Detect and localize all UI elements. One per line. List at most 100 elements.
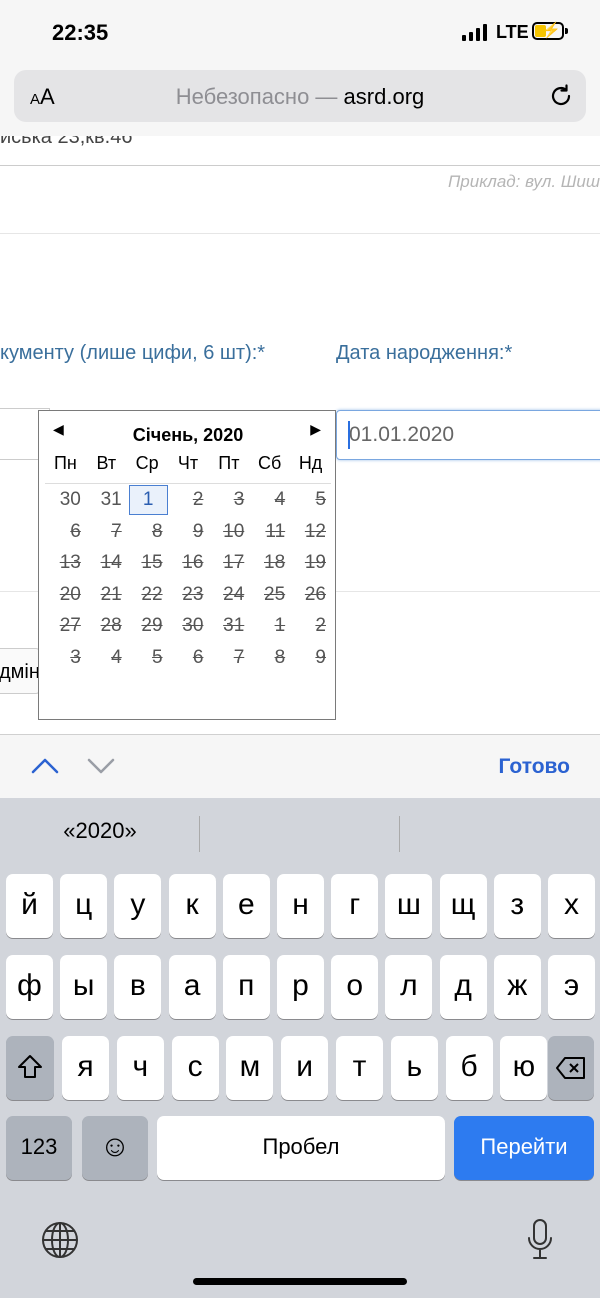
key-д[interactable]: д	[439, 955, 487, 1019]
partial-button[interactable]: дмін	[0, 648, 40, 694]
key-л[interactable]: л	[385, 955, 433, 1019]
weekday-header: Пн Вт Ср Чт Пт Сб Нд	[45, 453, 331, 474]
calendar-day[interactable]: 21	[86, 579, 127, 611]
calendar-day[interactable]: 23	[168, 579, 209, 611]
calendar-month-title: Січень, 2020	[132, 425, 244, 445]
calendar-day[interactable]: 20	[45, 579, 86, 611]
calendar-day[interactable]: 28	[86, 610, 127, 642]
calendar-day[interactable]: 5	[127, 642, 168, 674]
reload-icon[interactable]	[548, 83, 574, 109]
key-ч[interactable]: ч	[116, 1036, 164, 1100]
calendar-day[interactable]: 17	[208, 547, 249, 579]
calendar-day[interactable]: 10	[208, 516, 249, 548]
keyboard-accessory-bar: Готово	[0, 734, 600, 798]
calendar-day[interactable]: 4	[86, 642, 127, 674]
key-х[interactable]: х	[548, 874, 595, 938]
go-key[interactable]: Перейти	[454, 1116, 594, 1180]
calendar-day[interactable]: 29	[127, 610, 168, 642]
calendar-day[interactable]: 6	[168, 642, 209, 674]
key-б[interactable]: б	[445, 1036, 493, 1100]
key-у[interactable]: у	[114, 874, 162, 938]
key-з[interactable]: з	[493, 874, 541, 938]
key-й[interactable]: й	[6, 874, 53, 938]
key-т[interactable]: т	[336, 1036, 383, 1100]
calendar-day[interactable]: 4	[249, 484, 290, 516]
key-с[interactable]: с	[171, 1036, 219, 1100]
key-щ[interactable]: щ	[439, 874, 487, 938]
address-bar[interactable]: AA Небезопасно — asrd.org	[14, 70, 586, 122]
key-к[interactable]: к	[168, 874, 216, 938]
calendar-day[interactable]: 13	[45, 547, 86, 579]
url-text[interactable]: Небезопасно — asrd.org	[14, 84, 586, 110]
address-field[interactable]: иська 23,кв.46	[0, 136, 600, 166]
done-button[interactable]: Готово	[499, 755, 570, 779]
numbers-key[interactable]: 123	[6, 1116, 72, 1180]
calendar-day[interactable]: 30	[168, 610, 209, 642]
calendar-day[interactable]: 3	[45, 642, 86, 674]
calendar-day[interactable]: 8	[249, 642, 290, 674]
calendar-day[interactable]: 26	[290, 579, 331, 611]
calendar-day[interactable]: 24	[208, 579, 249, 611]
calendar-day[interactable]: 16	[168, 547, 209, 579]
globe-icon[interactable]	[40, 1220, 80, 1260]
shift-key[interactable]	[6, 1036, 54, 1100]
key-п[interactable]: п	[222, 955, 270, 1019]
birth-date-input[interactable]: 01.01.2020	[336, 410, 600, 460]
calendar-day[interactable]: 12	[290, 516, 331, 548]
key-е[interactable]: е	[222, 874, 270, 938]
key-ф[interactable]: ф	[6, 955, 53, 1019]
calendar-day[interactable]: 8	[127, 516, 168, 548]
calendar-day[interactable]: 7	[86, 516, 127, 548]
next-month-arrow-icon[interactable]: ▶	[310, 421, 321, 438]
calendar-day[interactable]: 2	[168, 484, 209, 516]
previous-field-chevron-up-icon[interactable]	[30, 755, 60, 775]
calendar-day[interactable]: 22	[127, 579, 168, 611]
calendar-day[interactable]: 30	[45, 484, 86, 516]
key-ц[interactable]: ц	[60, 874, 108, 938]
calendar-day[interactable]: 5	[290, 484, 331, 516]
key-ы[interactable]: ы	[60, 955, 108, 1019]
key-ж[interactable]: ж	[493, 955, 541, 1019]
key-н[interactable]: н	[277, 874, 324, 938]
calendar-day[interactable]: 11	[249, 516, 290, 548]
insecure-label: Небезопасно —	[175, 84, 344, 109]
calendar-day[interactable]: 31	[86, 484, 127, 516]
calendar-day[interactable]: 19	[290, 547, 331, 579]
calendar-day[interactable]: 25	[249, 579, 290, 611]
weekday-label: Чт	[177, 453, 199, 473]
calendar-day[interactable]: 14	[86, 547, 127, 579]
calendar-day[interactable]: 3	[208, 484, 249, 516]
prediction-suggestion[interactable]: «2020»	[0, 818, 200, 844]
microphone-icon[interactable]	[526, 1218, 554, 1260]
key-ь[interactable]: ь	[390, 1036, 438, 1100]
date-picker-popup: ◀ Січень, 2020 ▶ Пн Вт Ср Чт Пт Сб Нд 30 31 1 2 3 4…	[38, 410, 336, 720]
calendar-day[interactable]: 27	[45, 610, 86, 642]
calendar-day[interactable]: 9	[290, 642, 331, 674]
key-э[interactable]: э	[548, 955, 595, 1019]
calendar-day[interactable]: 6	[45, 516, 86, 548]
key-р[interactable]: р	[277, 955, 324, 1019]
backspace-key[interactable]	[548, 1036, 594, 1100]
calendar-day[interactable]: 2	[290, 610, 331, 642]
key-г[interactable]: г	[331, 874, 379, 938]
key-ш[interactable]: ш	[385, 874, 433, 938]
key-а[interactable]: а	[168, 955, 216, 1019]
key-я[interactable]: я	[62, 1036, 109, 1100]
key-и[interactable]: и	[281, 1036, 329, 1100]
calendar-day[interactable]: 7	[208, 642, 249, 674]
next-field-chevron-down-icon[interactable]	[86, 755, 116, 775]
calendar-day[interactable]: 1	[249, 610, 290, 642]
key-о[interactable]: о	[331, 955, 379, 1019]
calendar-day[interactable]: 9	[168, 516, 209, 548]
calendar-day[interactable]: 15	[127, 547, 168, 579]
emoji-key[interactable]: ☺	[82, 1116, 148, 1180]
space-key[interactable]: Пробел	[157, 1116, 445, 1180]
calendar-day-selected[interactable]: 1	[128, 485, 168, 515]
key-м[interactable]: м	[226, 1036, 274, 1100]
calendar-day[interactable]: 18	[249, 547, 290, 579]
document-number-label: кументу (лише цифи, 6 шт):*	[0, 342, 266, 364]
key-ю[interactable]: ю	[500, 1036, 548, 1100]
key-в[interactable]: в	[114, 955, 162, 1019]
calendar-day[interactable]: 31	[208, 610, 249, 642]
domain-label: asrd.org	[343, 84, 425, 109]
